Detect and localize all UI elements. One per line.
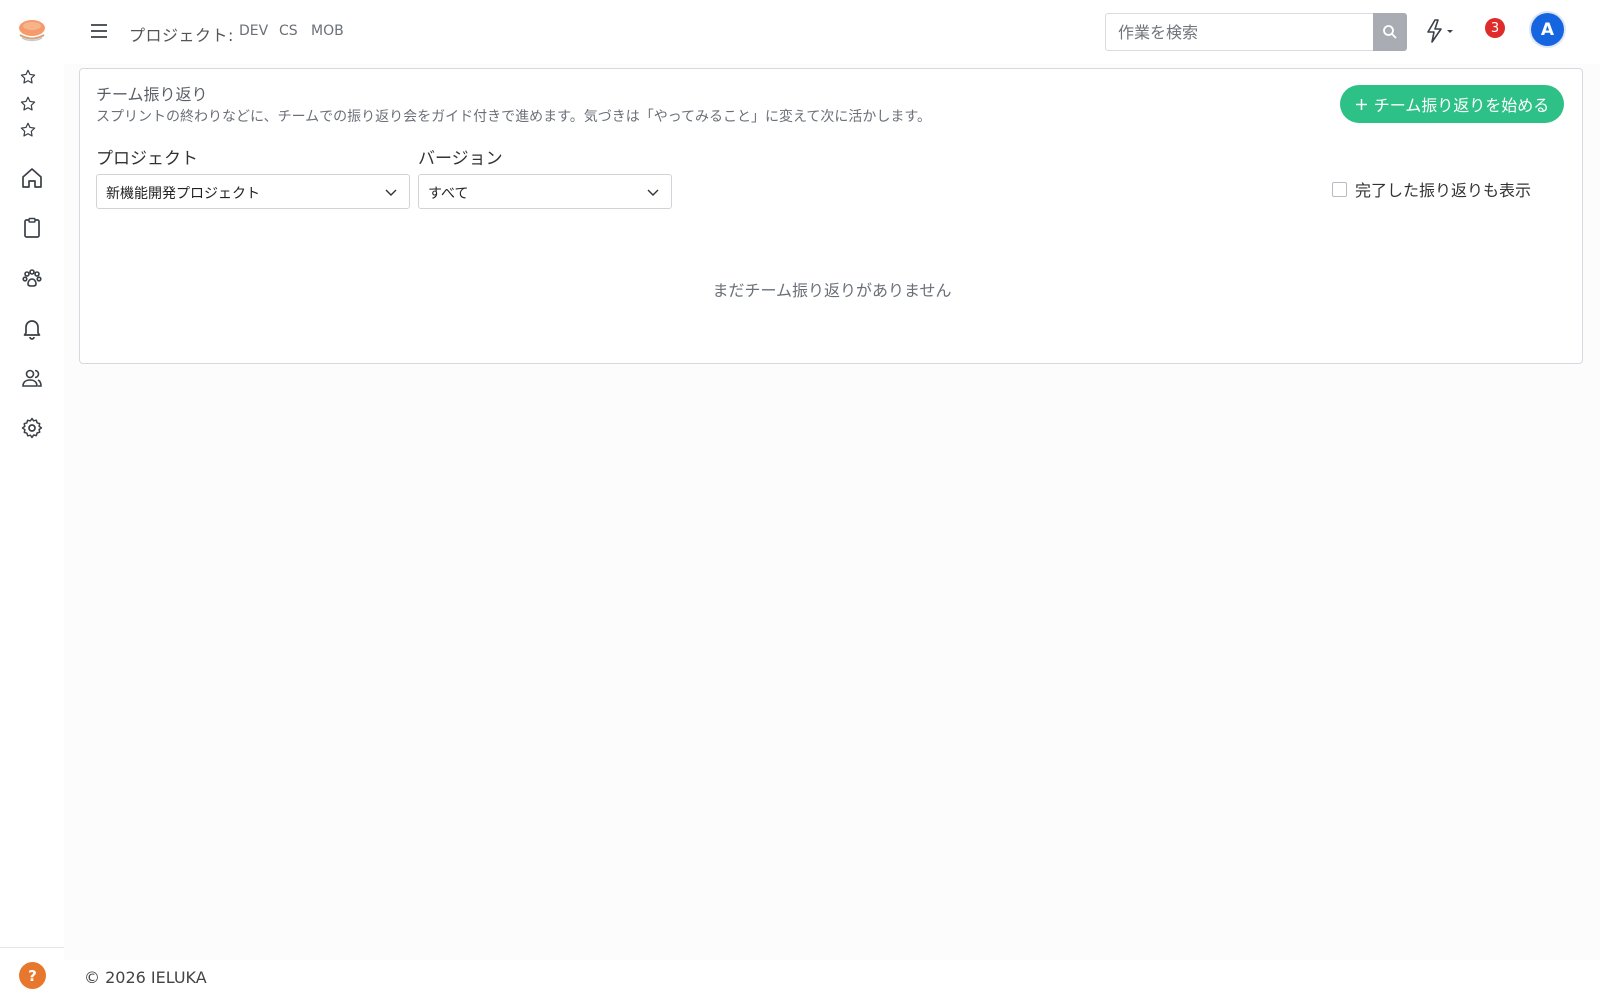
app-logo-icon[interactable]: [17, 17, 47, 45]
plus-icon: [1355, 98, 1367, 110]
version-field-label: バージョン: [418, 149, 503, 169]
chevron-down-icon: [385, 189, 397, 196]
search-button[interactable]: [1373, 13, 1407, 51]
project-link-mob[interactable]: MOB: [311, 23, 344, 39]
clipboard-icon[interactable]: [20, 216, 44, 240]
retrospective-panel: チーム振り返り スプリントの終わりなどに、チームでの振り返り会をガイド付きで進め…: [79, 68, 1583, 364]
start-retrospective-button[interactable]: チーム振り返りを始める: [1340, 85, 1564, 123]
bell-icon[interactable]: [20, 316, 44, 340]
project-link-dev[interactable]: DEV: [239, 23, 268, 39]
footer: © 2026 IELUKA: [64, 960, 1600, 1000]
rail-divider: [0, 947, 64, 948]
project-select[interactable]: 新機能開発プロジェクト: [96, 174, 410, 209]
search-box: [1105, 13, 1407, 51]
gear-icon[interactable]: [20, 416, 44, 440]
version-select[interactable]: すべて: [418, 174, 672, 209]
user-avatar[interactable]: A: [1531, 13, 1564, 46]
top-bar: プロジェクト: DEV CS MOB 3 A: [64, 0, 1600, 64]
show-completed-checkbox[interactable]: [1332, 181, 1347, 197]
show-completed-label: 完了した振り返りも表示: [1355, 181, 1532, 200]
show-completed-toggle[interactable]: 完了した振り返りも表示: [1332, 177, 1531, 201]
start-retrospective-label: チーム振り返りを始める: [1373, 96, 1550, 115]
project-field-label: プロジェクト: [96, 149, 198, 169]
search-input[interactable]: [1106, 14, 1371, 50]
notification-badge[interactable]: 3: [1485, 18, 1505, 38]
home-icon[interactable]: [20, 166, 44, 190]
menu-icon[interactable]: [88, 20, 110, 42]
main-area: プロジェクト: DEV CS MOB 3 A チーム振り返り スプリントの終わり…: [64, 0, 1600, 1000]
project-prefix-label: プロジェクト:: [129, 26, 234, 45]
favorite-star-icon[interactable]: [19, 68, 37, 86]
page-description: スプリントの終わりなどに、チームでの振り返り会をガイド付きで進めます。気づきは「…: [96, 109, 931, 125]
empty-state-message: まだチーム振り返りがありません: [712, 281, 952, 300]
left-rail: ?: [0, 0, 64, 1000]
version-select-value: すべて: [428, 186, 469, 202]
project-link-cs[interactable]: CS: [279, 23, 298, 39]
help-button[interactable]: ?: [19, 962, 46, 989]
page-title: チーム振り返り: [96, 85, 208, 104]
quick-actions-bolt-icon[interactable]: [1422, 18, 1458, 44]
search-icon: [1383, 25, 1397, 39]
team-icon[interactable]: [20, 366, 44, 390]
copyright-text: © 2026 IELUKA: [84, 968, 207, 987]
chevron-down-icon: [647, 189, 659, 196]
favorite-star-icon[interactable]: [19, 121, 37, 139]
project-select-value: 新機能開発プロジェクト: [106, 186, 260, 202]
paw-icon[interactable]: [20, 266, 44, 290]
favorite-star-icon[interactable]: [19, 95, 37, 113]
